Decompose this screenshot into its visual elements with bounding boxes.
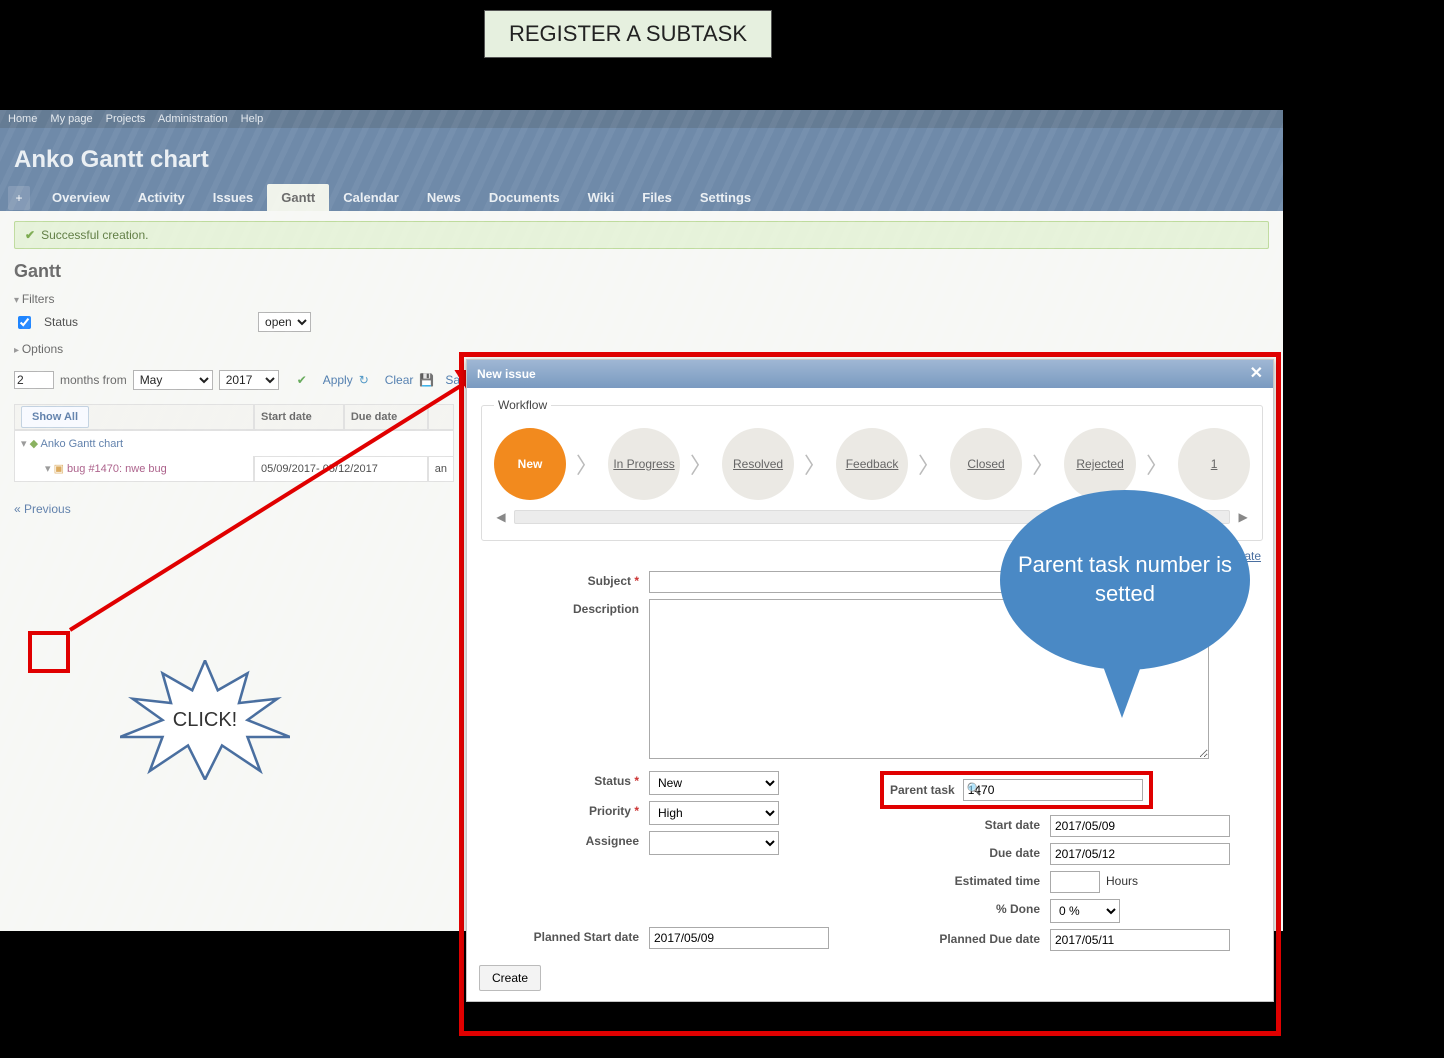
description-label: Description bbox=[479, 599, 649, 616]
wf-node-1[interactable]: 1 bbox=[1178, 428, 1250, 500]
tab-gantt[interactable]: Gantt bbox=[267, 184, 329, 211]
planned-start-input[interactable] bbox=[649, 927, 829, 949]
parent-task-highlight: Parent task 🔍 bbox=[880, 771, 1153, 809]
clear-icon: ↻ bbox=[359, 373, 373, 387]
annotation-starburst: CLICK! bbox=[120, 660, 290, 780]
apply-icon: ✔ bbox=[297, 373, 311, 387]
project-header: Anko Gantt chart bbox=[0, 128, 1283, 184]
planned-start-label: Planned Start date bbox=[479, 927, 649, 944]
flash-text: Successful creation. bbox=[41, 228, 148, 242]
tree-project-link[interactable]: Anko Gantt chart bbox=[41, 438, 124, 450]
status-field-label: Status * bbox=[479, 771, 649, 788]
assignee-select[interactable] bbox=[649, 831, 779, 855]
priority-select[interactable]: High bbox=[649, 801, 779, 825]
months-from-label: months from bbox=[60, 373, 127, 387]
months-count-input[interactable] bbox=[14, 371, 54, 389]
workflow-legend: Workflow bbox=[494, 398, 551, 412]
planned-due-input[interactable] bbox=[1050, 929, 1230, 951]
tab-activity[interactable]: Activity bbox=[124, 184, 199, 211]
menu-help[interactable]: Help bbox=[241, 113, 264, 125]
col-due-date: Due date bbox=[344, 404, 428, 430]
wf-node-feedback[interactable]: Feedback bbox=[836, 428, 908, 500]
tab-settings[interactable]: Settings bbox=[686, 184, 765, 211]
scroll-right-icon[interactable]: ▶ bbox=[1236, 510, 1250, 524]
menu-my-page[interactable]: My page bbox=[50, 113, 92, 125]
tab-files[interactable]: Files bbox=[628, 184, 686, 211]
status-select[interactable]: open bbox=[258, 312, 311, 332]
hours-label: Hours bbox=[1100, 871, 1138, 888]
pct-done-label: % Done bbox=[880, 899, 1050, 916]
bug-assignee: an bbox=[428, 456, 454, 482]
bug-date-range: 05/09/2017- 05/12/2017 bbox=[254, 456, 428, 482]
wf-node-closed[interactable]: Closed bbox=[950, 428, 1022, 500]
top-menu: Home My page Projects Administration Hel… bbox=[0, 110, 1283, 128]
menu-projects[interactable]: Projects bbox=[106, 113, 146, 125]
annotation-callout-tail bbox=[1100, 658, 1144, 718]
annotation-callout-text: Parent task number is setted bbox=[1010, 551, 1240, 608]
wf-node-new[interactable]: New bbox=[494, 428, 566, 500]
tab-news[interactable]: News bbox=[413, 184, 475, 211]
subject-label: Subject * bbox=[479, 571, 649, 588]
filters-toggle[interactable]: Filters bbox=[14, 292, 54, 306]
parent-task-input[interactable] bbox=[963, 779, 1143, 801]
annotation-banner: REGISTER A SUBTASK bbox=[484, 10, 772, 58]
dialog-title: New issue bbox=[477, 367, 536, 381]
menu-administration[interactable]: Administration bbox=[158, 113, 228, 125]
chevron-right-icon: 〉 bbox=[1146, 448, 1168, 480]
search-icon: 🔍 bbox=[967, 782, 982, 796]
flash-success: ✔ Successful creation. bbox=[14, 221, 1269, 249]
tree-bug-link[interactable]: bug #1470: nwe bug bbox=[67, 463, 167, 475]
planned-due-label: Planned Due date bbox=[880, 929, 1050, 946]
project-title: Anko Gantt chart bbox=[14, 146, 209, 173]
start-date-label: Start date bbox=[880, 815, 1050, 832]
new-issue-dialog: New issue ✕ Workflow New 〉 In Progress 〉… bbox=[466, 359, 1274, 1002]
wf-node-resolved[interactable]: Resolved bbox=[722, 428, 794, 500]
status-label: Status bbox=[44, 315, 78, 329]
chevron-right-icon: 〉 bbox=[576, 448, 598, 480]
status-field-select[interactable]: New bbox=[649, 771, 779, 795]
pct-done-select[interactable]: 0 % bbox=[1050, 899, 1120, 923]
status-checkbox[interactable] bbox=[18, 316, 31, 329]
clear-link[interactable]: Clear bbox=[385, 373, 414, 387]
tab-issues[interactable]: Issues bbox=[199, 184, 267, 211]
previous-link[interactable]: « Previous bbox=[14, 502, 71, 516]
start-date-input[interactable] bbox=[1050, 815, 1230, 837]
check-icon: ✔ bbox=[25, 228, 35, 242]
assignee-label: Assignee bbox=[479, 831, 649, 848]
month-select[interactable]: May bbox=[133, 370, 213, 390]
chevron-right-icon: 〉 bbox=[1032, 448, 1054, 480]
tab-documents[interactable]: Documents bbox=[475, 184, 574, 211]
menu-home[interactable]: Home bbox=[8, 113, 37, 125]
priority-label: Priority * bbox=[479, 801, 649, 818]
show-all-button[interactable]: Show All bbox=[21, 406, 89, 428]
options-toggle[interactable]: Options bbox=[14, 342, 63, 356]
chevron-right-icon: 〉 bbox=[804, 448, 826, 480]
page-title: Gantt bbox=[14, 261, 1269, 282]
scroll-left-icon[interactable]: ◀ bbox=[494, 510, 508, 524]
year-select[interactable]: 2017 bbox=[219, 370, 279, 390]
apply-link[interactable]: Apply bbox=[323, 373, 353, 387]
tab-calendar[interactable]: Calendar bbox=[329, 184, 413, 211]
col-assignee bbox=[428, 404, 454, 430]
parent-task-label: Parent task bbox=[890, 783, 955, 797]
due-date-input[interactable] bbox=[1050, 843, 1230, 865]
estimated-time-label: Estimated time bbox=[880, 871, 1050, 888]
due-date-label: Due date bbox=[880, 843, 1050, 860]
dialog-close-icon[interactable]: ✕ bbox=[1250, 366, 1263, 382]
annotation-callout: Parent task number is setted bbox=[1000, 490, 1250, 670]
tab-wiki[interactable]: Wiki bbox=[574, 184, 629, 211]
tab-add[interactable]: + bbox=[8, 186, 30, 210]
annotation-click-target-box bbox=[28, 631, 70, 673]
main-tabs: + Overview Activity Issues Gantt Calenda… bbox=[0, 184, 1283, 211]
tab-overview[interactable]: Overview bbox=[38, 184, 124, 211]
estimated-time-input[interactable] bbox=[1050, 871, 1100, 893]
create-button[interactable]: Create bbox=[479, 965, 541, 991]
wf-node-in-progress[interactable]: In Progress bbox=[608, 428, 680, 500]
chevron-right-icon: 〉 bbox=[690, 448, 712, 480]
col-start-date: Start date bbox=[254, 404, 344, 430]
chevron-right-icon: 〉 bbox=[918, 448, 940, 480]
gantt-table: Show All Start date Due date ▾ ◆ Anko Ga… bbox=[14, 404, 454, 482]
save-icon: 💾 bbox=[419, 373, 433, 387]
annotation-click-label: CLICK! bbox=[120, 660, 290, 780]
